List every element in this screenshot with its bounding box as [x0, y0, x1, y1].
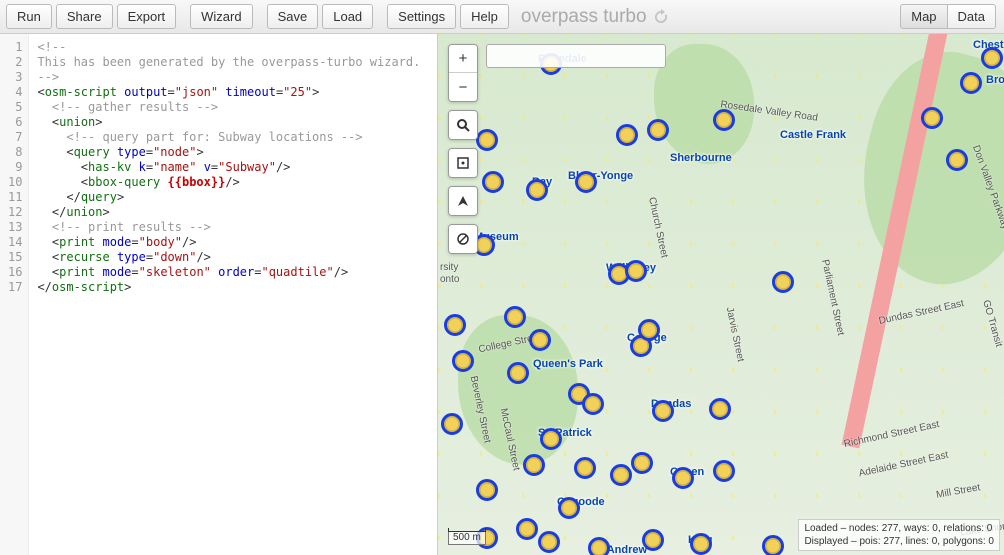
poi-marker[interactable]: [610, 464, 632, 486]
poi-marker[interactable]: [625, 260, 647, 282]
help-button[interactable]: Help: [460, 4, 509, 29]
poi-marker[interactable]: [616, 124, 638, 146]
poi-marker[interactable]: [452, 350, 474, 372]
poi-marker[interactable]: [642, 529, 664, 551]
poi-marker[interactable]: [575, 171, 597, 193]
poi-marker[interactable]: [946, 149, 968, 171]
station-label: Castle Frank: [780, 129, 846, 141]
poi-marker[interactable]: [709, 398, 731, 420]
poi-marker[interactable]: [441, 413, 463, 435]
reload-icon: [653, 9, 669, 25]
app-title: overpass turbo: [521, 6, 669, 28]
poi-marker[interactable]: [588, 537, 610, 555]
poi-marker[interactable]: [574, 457, 596, 479]
poi-marker[interactable]: [713, 109, 735, 131]
poi-marker[interactable]: [631, 452, 653, 474]
poi-marker[interactable]: [476, 129, 498, 151]
stats-displayed: Displayed – pois: 277, lines: 0, polygon…: [804, 535, 994, 548]
poi-marker[interactable]: [444, 314, 466, 336]
poi-marker[interactable]: [981, 47, 1003, 69]
wizard-button[interactable]: Wizard: [190, 4, 252, 29]
station-label: Broadview: [986, 74, 1004, 86]
stats-loaded: Loaded – nodes: 277, ways: 0, relations:…: [804, 522, 994, 535]
poi-marker[interactable]: [772, 271, 794, 293]
share-button[interactable]: Share: [56, 4, 113, 29]
road-label: onto: [440, 274, 459, 285]
run-button[interactable]: Run: [6, 4, 52, 29]
poi-marker[interactable]: [538, 531, 560, 553]
load-button[interactable]: Load: [322, 4, 373, 29]
code-editor[interactable]: 1234567891011121314151617 <!-- This has …: [0, 34, 438, 555]
view-data-button[interactable]: Data: [947, 4, 996, 29]
zoom-out-button[interactable]: −: [449, 73, 477, 101]
poi-marker[interactable]: [762, 535, 784, 555]
poi-marker[interactable]: [482, 171, 504, 193]
poi-marker[interactable]: [647, 119, 669, 141]
poi-marker[interactable]: [507, 362, 529, 384]
magnify-button[interactable]: [449, 111, 477, 139]
poi-marker[interactable]: [652, 400, 674, 422]
zoom-controls: + −: [448, 44, 478, 102]
station-label: Sherbourne: [670, 152, 732, 164]
code-content[interactable]: <!-- This has been generated by the over…: [29, 34, 428, 555]
poi-marker[interactable]: [529, 329, 551, 351]
poi-marker[interactable]: [516, 518, 538, 540]
map-view[interactable]: RosedaleBayBloor-YongeSherbourneCastle F…: [438, 34, 1004, 555]
poi-marker[interactable]: [558, 497, 580, 519]
locate-button[interactable]: [449, 187, 477, 215]
poi-marker[interactable]: [540, 428, 562, 450]
road-label: rsity: [440, 262, 458, 273]
save-button[interactable]: Save: [267, 4, 319, 29]
poi-marker[interactable]: [960, 72, 982, 94]
poi-marker[interactable]: [523, 454, 545, 476]
poi-marker[interactable]: [690, 533, 712, 555]
line-gutter: 1234567891011121314151617: [0, 34, 29, 555]
view-map-button[interactable]: Map: [900, 4, 946, 29]
clear-button[interactable]: [449, 225, 477, 253]
zoom-in-button[interactable]: +: [449, 45, 477, 73]
zoom-to-data-button[interactable]: [449, 149, 477, 177]
poi-marker[interactable]: [476, 479, 498, 501]
poi-marker[interactable]: [582, 393, 604, 415]
map-search-input[interactable]: [486, 44, 666, 68]
main-toolbar: Run Share Export Wizard Save Load Settin…: [0, 0, 1004, 34]
poi-marker[interactable]: [526, 179, 548, 201]
view-toggle: Map Data: [900, 4, 996, 29]
poi-marker[interactable]: [638, 319, 660, 341]
poi-marker[interactable]: [504, 306, 526, 328]
export-button[interactable]: Export: [117, 4, 177, 29]
poi-marker[interactable]: [921, 107, 943, 129]
settings-button[interactable]: Settings: [387, 4, 456, 29]
map-scale: 500 m: [448, 531, 486, 545]
map-stats: Loaded – nodes: 277, ways: 0, relations:…: [798, 519, 1000, 551]
poi-marker[interactable]: [672, 467, 694, 489]
poi-marker[interactable]: [713, 460, 735, 482]
station-label: Queen's Park: [533, 358, 603, 370]
